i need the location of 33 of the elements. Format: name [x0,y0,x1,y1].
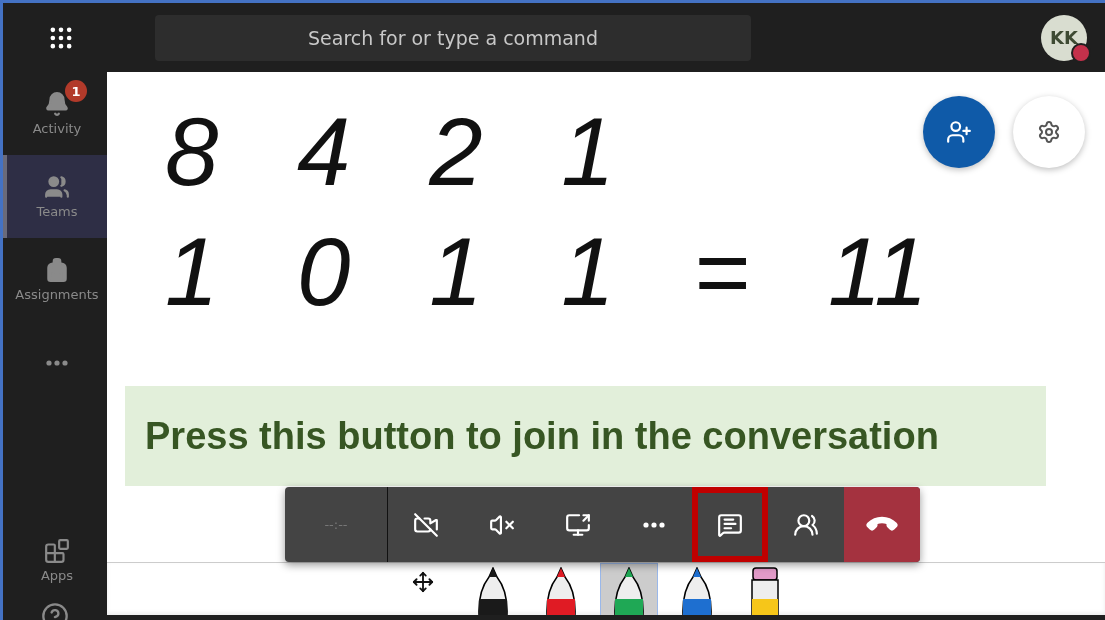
sidebar-item[interactable]: Apps [3,519,107,602]
apps-icon [44,538,70,564]
add-person-icon [946,119,972,145]
settings-button[interactable] [1013,96,1085,168]
share-screen-icon [565,511,591,538]
call-timer: --:-- [285,487,388,562]
search-field[interactable]: Search for or type a command [155,14,751,61]
highlighter-icon[interactable] [750,567,780,615]
people-icon [793,511,819,538]
move-icon[interactable] [412,571,434,593]
backpack-icon [44,257,70,283]
pen-icon[interactable] [477,567,509,615]
add-people-button[interactable] [923,96,995,168]
callout-text: Press this button to join in the conversation [125,386,1046,486]
user-avatar[interactable]: KK [1041,14,1087,61]
camera-off-icon [413,511,439,538]
notification-badge: 1 [65,80,87,102]
chat-icon [717,511,743,538]
sidebar-item[interactable]: Assignments [3,238,107,321]
chat-button[interactable] [692,487,768,562]
sidebar-item[interactable]: Activity 1 [3,72,107,155]
handwritten-text: 1 0 1 1 = 11 [164,217,928,327]
settings-icon [1037,120,1061,144]
pen-icon[interactable] [613,567,645,615]
more-icon [46,359,68,366]
people-icon [44,174,70,200]
pen-icon[interactable] [681,567,713,615]
more-icon [643,521,665,528]
sidebar-item[interactable]: Teams [3,155,107,238]
handwritten-text: 8 4 2 1 [164,97,615,207]
bell-icon [44,91,70,117]
pen-icon[interactable] [545,567,577,615]
hang-up-button[interactable] [844,487,920,562]
